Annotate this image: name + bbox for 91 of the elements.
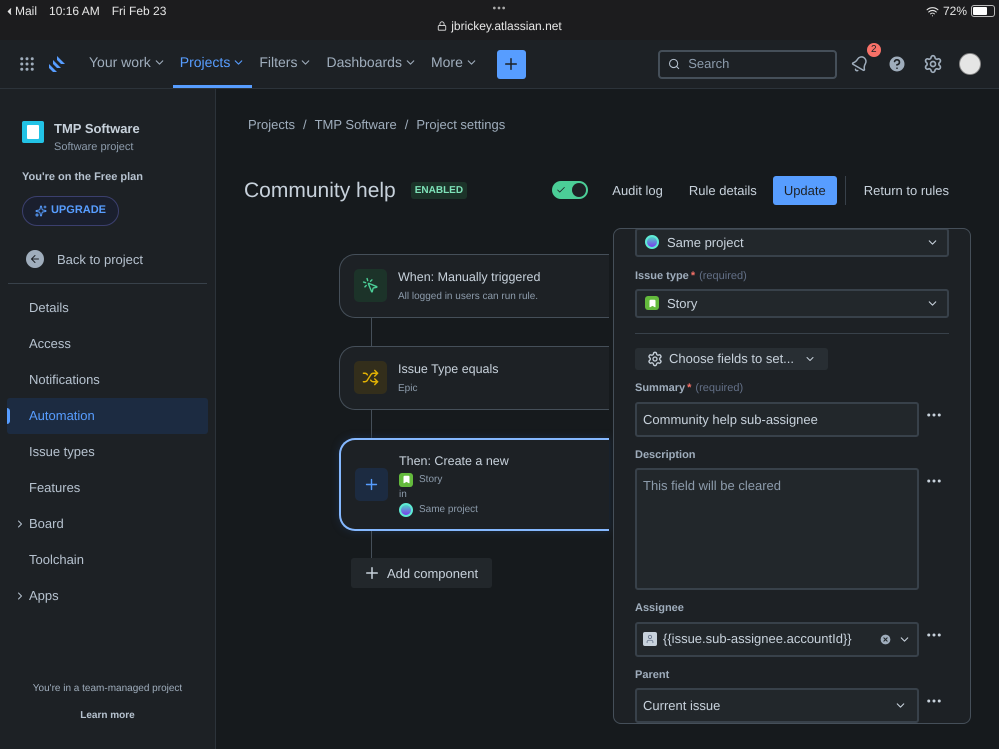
cursor-click-icon — [354, 269, 387, 302]
field-label: Parent — [635, 668, 670, 681]
field-label: Description — [635, 448, 696, 461]
project-type: Software project — [54, 140, 134, 154]
sidebar-item[interactable]: Access — [7, 326, 208, 362]
wifi-icon — [926, 4, 939, 18]
sidebar-item[interactable]: Board — [7, 506, 208, 542]
back-to-project-link[interactable]: Back to project — [26, 250, 189, 269]
header-action-link[interactable]: Rule details — [678, 176, 767, 205]
choose-fields-button[interactable]: Choose fields to set... — [635, 348, 828, 370]
component-subtitle: All logged in users can run rule. — [398, 290, 540, 304]
breadcrumb-link[interactable]: TMP Software — [314, 115, 397, 134]
plus-icon — [355, 468, 388, 501]
assignee-value: {{issue.sub-assignee.accountId}} — [663, 630, 852, 648]
url-text: jbrickey.atlassian.net — [451, 18, 562, 35]
upgrade-button[interactable]: UPGRADE — [22, 196, 119, 226]
search-field[interactable]: Search — [658, 50, 837, 78]
rule-enabled-toggle[interactable] — [552, 181, 588, 200]
breadcrumb-separator: / — [302, 116, 307, 134]
rule-title: Community help — [244, 178, 396, 204]
sidebar-item[interactable]: Apps — [7, 578, 208, 614]
component-title: When: Manually triggered — [398, 269, 540, 286]
breadcrumb-link[interactable]: Project settings — [416, 115, 506, 134]
shuffle-icon — [354, 361, 387, 394]
required-asterisk: * — [690, 270, 696, 282]
joiner-text: in — [399, 488, 408, 502]
required-asterisk: * — [687, 382, 692, 394]
rule-component-card[interactable]: When: Manually triggered All logged in users can run rule. — [339, 254, 609, 318]
field-label: Summary — [635, 382, 686, 394]
battery-icon — [971, 5, 995, 17]
back-app-link[interactable]: Mail — [15, 2, 38, 20]
sidebar-item[interactable]: Automation — [7, 398, 208, 434]
search-icon — [668, 57, 680, 71]
project-text: Same project — [419, 503, 478, 518]
search-input[interactable]: Search — [688, 54, 827, 74]
update-button[interactable]: Update — [772, 176, 837, 205]
plan-text: You're on the Free plan — [21, 170, 144, 185]
parent-select[interactable]: Current issue — [635, 688, 919, 723]
app-switcher-icon[interactable] — [18, 55, 36, 73]
component-title: Issue Type equals — [398, 360, 499, 378]
component-subtitle: Epic — [398, 382, 418, 396]
lock-icon — [437, 21, 448, 31]
sidebar-item[interactable]: Details — [7, 290, 208, 326]
nav-menu-tab[interactable]: More — [424, 40, 485, 88]
help-icon[interactable] — [887, 54, 907, 74]
nav-menu-tab[interactable]: Dashboards — [319, 40, 424, 88]
nav-menu-tab[interactable]: Filters — [252, 40, 320, 88]
create-button[interactable] — [496, 50, 526, 78]
notification-count-badge: 2 — [867, 43, 881, 57]
team-managed-note: You're in a team-managed project — [32, 682, 184, 696]
rule-component-card[interactable]: Then: Create a new Story in Same project — [339, 438, 609, 532]
project-name: TMP Software — [54, 120, 140, 138]
battery-percent: 72% — [942, 3, 967, 20]
header-action-link[interactable]: Return to rules — [854, 176, 959, 205]
breadcrumb-separator: / — [404, 116, 408, 134]
story-icon — [399, 472, 413, 487]
required-hint: (required) — [699, 270, 747, 282]
user-placeholder-icon — [643, 632, 657, 646]
issue-type-text: Story — [419, 473, 442, 488]
project-avatar-icon — [399, 502, 413, 517]
check-icon — [556, 185, 566, 196]
sidebar-item[interactable]: Notifications — [7, 362, 208, 398]
project-logo-icon — [22, 121, 44, 143]
clear-icon[interactable] — [879, 632, 892, 646]
required-hint: (required) — [695, 382, 744, 394]
summary-input[interactable]: Community help sub-assignee — [635, 402, 919, 437]
date-text: Fri Feb 23 — [112, 3, 166, 20]
clock-time: 10:16 AM — [49, 3, 100, 20]
add-component-button[interactable]: Add component — [351, 558, 492, 588]
component-title: Then: Create a new — [399, 452, 509, 470]
user-avatar[interactable] — [959, 53, 981, 75]
story-icon — [645, 296, 659, 310]
rule-status-badge: ENABLED — [410, 182, 468, 199]
header-action-link[interactable]: Audit log — [602, 176, 673, 205]
gear-icon — [647, 350, 663, 367]
sidebar-item[interactable]: Features — [7, 470, 208, 506]
nav-menu-tab[interactable]: Your work — [82, 40, 173, 88]
issue-type-select[interactable]: Story — [635, 289, 949, 318]
rule-component-card[interactable]: Issue Type equals Epic — [339, 346, 609, 410]
settings-icon[interactable] — [923, 54, 943, 74]
field-label: Issue type — [635, 270, 689, 282]
sparkle-icon — [34, 204, 47, 216]
breadcrumb-link[interactable]: Projects — [248, 115, 295, 134]
sidebar-item[interactable]: Toolchain — [7, 542, 208, 578]
project-select[interactable]: Same project — [635, 229, 949, 257]
sidebar-item[interactable]: Issue types — [7, 434, 208, 470]
learn-more-link[interactable]: Learn more — [80, 708, 135, 723]
project-avatar-icon — [645, 235, 659, 250]
assignee-select[interactable]: {{issue.sub-assignee.accountId}} — [635, 622, 919, 657]
field-label: Assignee — [635, 602, 684, 614]
description-textarea[interactable]: This field will be cleared — [635, 468, 919, 590]
